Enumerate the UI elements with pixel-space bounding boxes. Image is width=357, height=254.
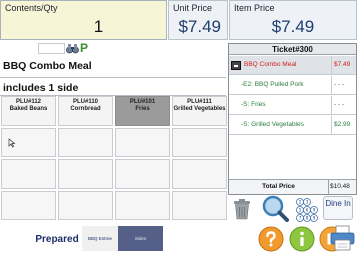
empty-grid-cell[interactable]: [58, 127, 113, 157]
empty-grid-cell[interactable]: [172, 127, 227, 157]
svg-text:6: 6: [306, 208, 309, 213]
svg-text:9: 9: [313, 208, 316, 213]
empty-grid-cell[interactable]: [115, 159, 170, 189]
ticket-row[interactable]: -E2: BBQ Pulled Pork - - -: [229, 76, 356, 95]
p-logo-icon[interactable]: P: [80, 41, 88, 55]
ticket-item-price: $2.99: [331, 116, 355, 134]
empty-grid-cell[interactable]: [115, 127, 170, 157]
contents-qty-field[interactable]: Contents/Qty 1: [0, 0, 167, 40]
item-instruction: includes 1 side: [3, 82, 79, 94]
empty-grid-cell[interactable]: [172, 190, 227, 220]
minus-icon[interactable]: [231, 61, 241, 70]
trash-icon[interactable]: [232, 198, 252, 220]
item-title: BBQ Combo Meal: [3, 60, 92, 72]
plu-name: Cornbread: [70, 105, 101, 112]
lookup-input[interactable]: [38, 43, 65, 54]
svg-text:8: 8: [306, 216, 309, 221]
item-price-value: $7.49: [271, 17, 315, 36]
empty-grid-cell[interactable]: [58, 159, 113, 189]
total-price-value: $10.48: [328, 180, 356, 194]
empty-grid-cell[interactable]: [1, 159, 56, 189]
dine-in-button[interactable]: Dine In: [323, 196, 353, 220]
ticket-item-price: - - -: [331, 76, 355, 94]
ticket-item-desc: BBQ Combo Meal: [244, 61, 297, 68]
ticket-row[interactable]: -S: Fries - - -: [229, 96, 356, 115]
item-price-label: Item Price: [234, 3, 275, 13]
empty-grid-cell[interactable]: [115, 190, 170, 220]
ticket-title: Ticket#300: [229, 44, 356, 55]
divider: [0, 77, 226, 78]
info-icon[interactable]: [289, 226, 315, 252]
icon-strip: P: [0, 41, 167, 56]
contents-qty-label: Contents/Qty: [5, 3, 58, 13]
contents-qty-value: 1: [93, 17, 104, 36]
ticket-panel: Ticket#300 BBQ Combo Meal $7.49 -E2: BBQ…: [228, 43, 357, 195]
ticket-item-desc: -E2: BBQ Pulled Pork: [241, 81, 304, 88]
ticket-row[interactable]: -S: Grilled Vegetables $2.99: [229, 116, 356, 135]
ticket-total-row: Total Price $10.48: [229, 179, 356, 194]
plu-button-fries[interactable]: PLU#101 Fries: [115, 96, 170, 126]
svg-text:2: 2: [299, 200, 302, 205]
unit-price-value: $7.49: [178, 17, 221, 36]
ticket-item-price: - - -: [331, 96, 355, 114]
tab-bbq-entree[interactable]: BBQ Entree: [82, 226, 118, 251]
plu-button-grilled-vegetables[interactable]: PLU#111 Grilled Vegetables: [172, 96, 227, 126]
binoculars-icon[interactable]: [66, 42, 79, 55]
empty-grid-cell[interactable]: [58, 190, 113, 220]
plu-name: Grilled Vegetables: [173, 105, 226, 112]
total-price-label: Total Price: [262, 183, 295, 190]
item-price-field: Item Price $7.49: [229, 0, 357, 40]
empty-grid-cell[interactable]: [1, 190, 56, 220]
unit-price-label: Unit Price: [173, 3, 213, 13]
plu-button-baked-beans[interactable]: PLU#112 Baked Beans: [1, 96, 56, 126]
printer-icon[interactable]: [329, 224, 356, 252]
empty-grid-cell[interactable]: [172, 159, 227, 189]
plu-name: Fries: [135, 105, 150, 112]
plu-name: Baked Beans: [9, 105, 48, 112]
help-icon[interactable]: [258, 226, 284, 252]
tab-prepared[interactable]: Prepared: [35, 227, 78, 251]
search-icon[interactable]: [261, 194, 289, 222]
svg-text:5: 5: [299, 208, 302, 213]
empty-grid-cell[interactable]: [1, 127, 56, 157]
keypad-icon[interactable]: 23 569 789: [292, 197, 318, 223]
svg-text:3: 3: [306, 200, 309, 205]
plu-grid: PLU#112 Baked Beans PLU#110 Cornbread PL…: [1, 96, 227, 220]
ticket-item-desc: -S: Grilled Vegetables: [241, 121, 304, 128]
svg-text:9: 9: [313, 216, 316, 221]
ticket-row[interactable]: BBQ Combo Meal $7.49: [229, 56, 356, 75]
unit-price-field: Unit Price $7.49: [168, 0, 228, 40]
plu-button-cornbread[interactable]: PLU#110 Cornbread: [58, 96, 113, 126]
ticket-item-desc: -S: Fries: [241, 101, 266, 108]
tab-sides[interactable]: Sides: [118, 226, 163, 251]
ticket-item-price: $7.49: [331, 56, 355, 74]
cursor-icon: [8, 138, 16, 148]
svg-text:7: 7: [299, 216, 302, 221]
